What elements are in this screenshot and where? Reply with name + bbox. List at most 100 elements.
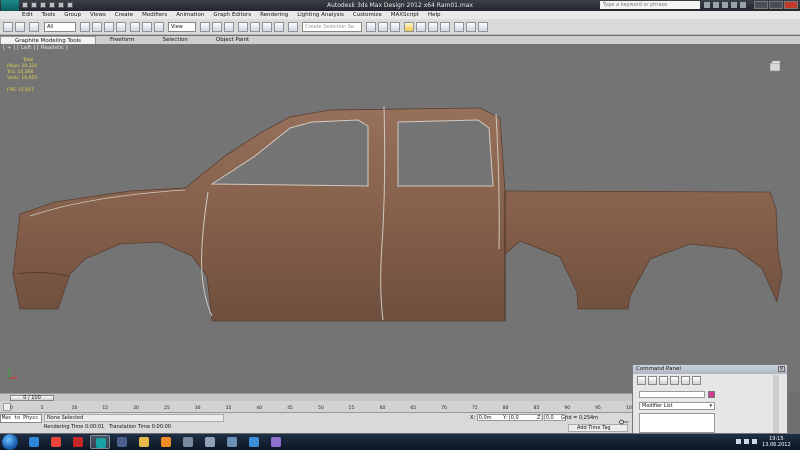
- taskbar-app-app-12[interactable]: [266, 435, 286, 449]
- taskbar-app-explorer[interactable]: [134, 435, 154, 449]
- redo-button[interactable]: [15, 22, 25, 32]
- taskbar-app-chrome[interactable]: [46, 435, 66, 449]
- start-button[interactable]: [2, 434, 18, 450]
- graphite-toggle-button[interactable]: [404, 22, 414, 32]
- select-by-name-button[interactable]: [92, 22, 102, 32]
- align-button[interactable]: [378, 22, 388, 32]
- trackbar-tick-label: 80: [502, 406, 509, 411]
- material-editor-button[interactable]: [440, 22, 450, 32]
- menu-animation[interactable]: Animation: [176, 12, 204, 18]
- taskbar-app-yandex[interactable]: [68, 435, 88, 449]
- mirror-button[interactable]: [366, 22, 376, 32]
- app-9-icon: [205, 437, 215, 447]
- menu-help[interactable]: Help: [428, 12, 441, 18]
- render-setup-button[interactable]: [454, 22, 464, 32]
- menu-views[interactable]: Views: [90, 12, 106, 18]
- maxscript-listener-input[interactable]: Max to Physc: [0, 414, 42, 423]
- render-production-button[interactable]: [478, 22, 488, 32]
- hierarchy-tab-icon[interactable]: [659, 376, 668, 385]
- search-icon[interactable]: [704, 2, 710, 8]
- taskbar-app-app-11[interactable]: [244, 435, 264, 449]
- close-button[interactable]: [784, 1, 798, 9]
- trackbar[interactable]: 0 5 10 15 20 25 30 35 40 45 50 55 60 65 70 75 80 85 90 95 10…: [0, 401, 635, 413]
- taskbar-app-ie[interactable]: [24, 435, 44, 449]
- curve-editor-button[interactable]: [416, 22, 426, 32]
- create-tab-icon[interactable]: [637, 376, 646, 385]
- menu-maxscript[interactable]: MAXScript: [391, 12, 419, 18]
- select-rotate-button[interactable]: [142, 22, 152, 32]
- taskbar-app-media-player[interactable]: [156, 435, 176, 449]
- taskbar-app-app-9[interactable]: [200, 435, 220, 449]
- pivot-center-button[interactable]: [200, 22, 210, 32]
- rendered-frame-window-button[interactable]: [466, 22, 476, 32]
- select-scale-button[interactable]: [154, 22, 164, 32]
- taskbar-app-app-8[interactable]: [178, 435, 198, 449]
- angle-snap-button[interactable]: [250, 22, 260, 32]
- minimize-button[interactable]: [754, 1, 768, 9]
- modifier-list-dropdown[interactable]: Modifier List: [639, 402, 715, 410]
- maximize-button[interactable]: [769, 1, 783, 9]
- modifier-stack[interactable]: [639, 413, 715, 433]
- link-button[interactable]: [29, 22, 39, 32]
- favorites-icon[interactable]: [731, 2, 737, 8]
- snaps-toggle-button[interactable]: [238, 22, 248, 32]
- tab-graphite-modeling-tools[interactable]: Graphite Modeling Tools: [0, 36, 97, 44]
- viewport-left[interactable]: [ + ] [ Left ] [ Realistic ] Total Polys…: [0, 44, 800, 393]
- communication-icon[interactable]: [722, 2, 728, 8]
- object-name-field[interactable]: [639, 391, 705, 398]
- menu-tools[interactable]: Tools: [42, 12, 56, 18]
- command-panel-title[interactable]: Command Panel ×: [633, 365, 787, 374]
- display-tab-icon[interactable]: [681, 376, 690, 385]
- schematic-view-button[interactable]: [428, 22, 438, 32]
- tray-clock[interactable]: 19:15 13.06.2012: [762, 436, 791, 448]
- trackbar-tick-label: 95: [595, 406, 601, 411]
- layer-manager-button[interactable]: [390, 22, 400, 32]
- edit-named-selection-button[interactable]: [288, 22, 298, 32]
- percent-snap-button[interactable]: [262, 22, 272, 32]
- select-manipulate-button[interactable]: [212, 22, 222, 32]
- menu-edit[interactable]: Edit: [22, 12, 33, 18]
- taskbar-app-3dsmax[interactable]: [90, 435, 110, 449]
- menu-create[interactable]: Create: [115, 12, 133, 18]
- command-panel-scrollbar[interactable]: [773, 375, 779, 433]
- app-12-icon: [271, 437, 281, 447]
- menu-rendering[interactable]: Rendering: [260, 12, 288, 18]
- tab-object-paint[interactable]: Object Paint: [202, 36, 263, 44]
- tray-network-icon[interactable]: [736, 439, 741, 444]
- utilities-tab-icon[interactable]: [692, 376, 701, 385]
- menu-group[interactable]: Group: [64, 12, 81, 18]
- reference-coordinate-dropdown[interactable]: View: [168, 22, 196, 32]
- time-slider[interactable]: 0 / 100: [0, 393, 632, 401]
- tray-volume-icon[interactable]: [744, 439, 749, 444]
- subscription-icon[interactable]: [713, 2, 719, 8]
- menu-modifiers[interactable]: Modifiers: [142, 12, 167, 18]
- truck-body-model[interactable]: [0, 44, 800, 393]
- selection-filter-dropdown[interactable]: All: [44, 22, 76, 32]
- command-panel-tabs: [633, 374, 787, 387]
- taskbar-app-app-10[interactable]: [222, 435, 242, 449]
- app-10-icon: [227, 437, 237, 447]
- select-move-button[interactable]: [130, 22, 140, 32]
- motion-tab-icon[interactable]: [670, 376, 679, 385]
- modify-tab-icon[interactable]: [648, 376, 657, 385]
- search-input[interactable]: Type a keyword or phrase: [600, 1, 700, 9]
- help-icon[interactable]: [740, 2, 746, 8]
- keyboard-shortcut-button[interactable]: [224, 22, 234, 32]
- select-object-button[interactable]: [80, 22, 90, 32]
- window-crossing-button[interactable]: [116, 22, 126, 32]
- undo-button[interactable]: [3, 22, 13, 32]
- key-icon[interactable]: [619, 419, 629, 425]
- rectangular-selection-button[interactable]: [104, 22, 114, 32]
- named-selection-input[interactable]: Create Selection Se: [302, 22, 362, 32]
- command-panel-close-button[interactable]: ×: [778, 366, 785, 372]
- taskbar-app-media-center[interactable]: [112, 435, 132, 449]
- add-time-tag-button[interactable]: Add Time Tag: [568, 424, 628, 432]
- tab-freeform[interactable]: Freeform: [96, 36, 149, 44]
- object-color-swatch[interactable]: [708, 391, 715, 398]
- menu-lighting-analysis[interactable]: Lighting Analysis: [297, 12, 344, 18]
- tab-selection[interactable]: Selection: [149, 36, 202, 44]
- tray-language-icon[interactable]: [752, 439, 757, 444]
- menu-graph-editors[interactable]: Graph Editors: [213, 12, 251, 18]
- spinner-snap-button[interactable]: [274, 22, 284, 32]
- menu-customize[interactable]: Customize: [353, 12, 382, 18]
